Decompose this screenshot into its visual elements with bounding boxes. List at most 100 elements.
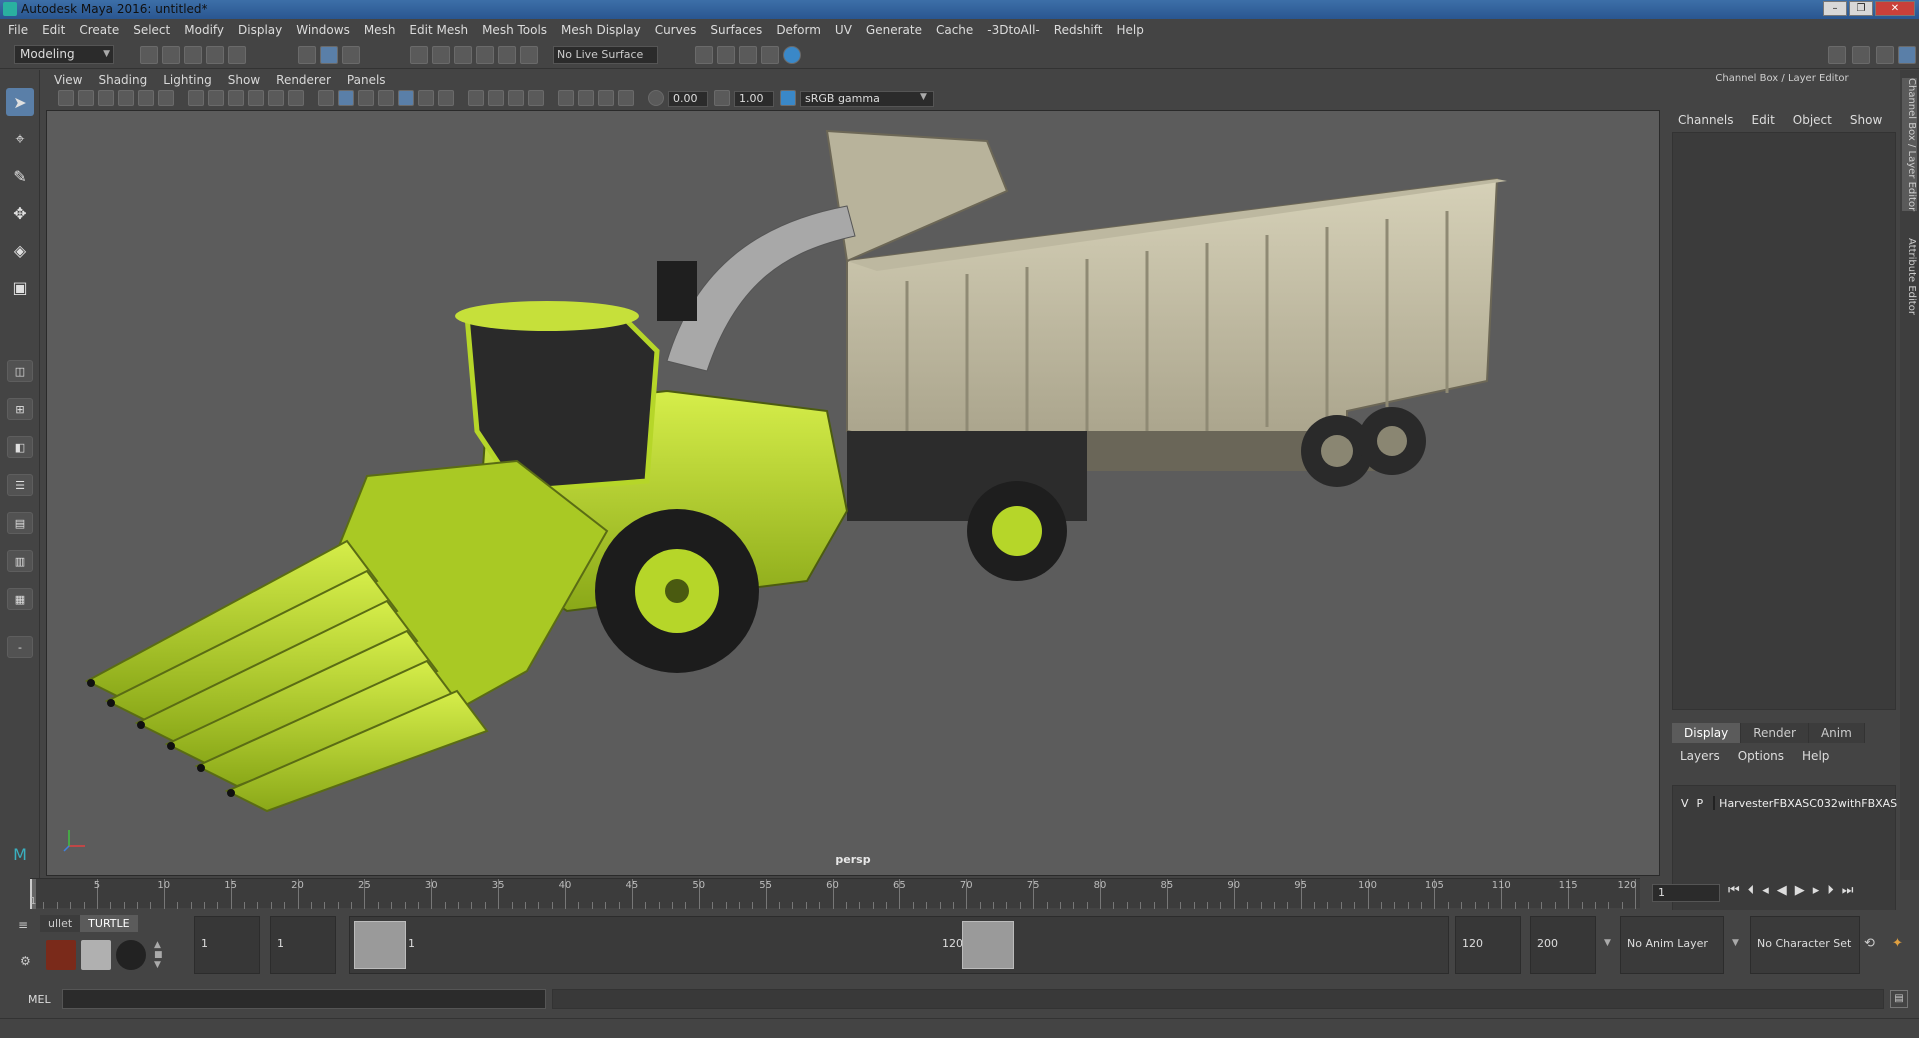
workspace-toggle-icon[interactable] <box>1828 46 1846 64</box>
snap-curve-icon[interactable] <box>432 46 450 64</box>
hypershade-layout-icon[interactable]: ▥ <box>7 550 33 572</box>
motion-blur-icon[interactable] <box>488 90 504 106</box>
camera-attributes-icon[interactable] <box>78 90 94 106</box>
2d-pan-zoom-icon[interactable] <box>138 90 154 106</box>
channel-box-menu-channels[interactable]: Channels <box>1678 113 1734 127</box>
anti-aliasing-icon[interactable] <box>508 90 524 106</box>
save-scene-icon[interactable] <box>184 46 202 64</box>
shelf-tab-turtle[interactable]: TURTLE <box>80 915 138 932</box>
channel-list[interactable] <box>1672 132 1896 710</box>
menu-file[interactable]: File <box>8 23 28 37</box>
menu-3dtoall[interactable]: -3DtoAll- <box>987 23 1039 37</box>
layer-row[interactable]: V P HarvesterFBXASC032withFBXAS <box>1673 794 1897 812</box>
image-plane-icon[interactable] <box>118 90 134 106</box>
start-time-field[interactable]: 1 <box>194 916 260 974</box>
layer-menu-layers[interactable]: Layers <box>1680 749 1720 763</box>
move-tool-icon[interactable]: ✥ <box>6 199 34 227</box>
layer-color-swatch[interactable] <box>1713 796 1716 810</box>
viewport-menu-shading[interactable]: Shading <box>98 73 147 87</box>
tab-display[interactable]: Display <box>1672 723 1742 743</box>
playback-end-field[interactable]: 120 <box>1455 916 1521 974</box>
command-input[interactable] <box>62 989 546 1009</box>
outliner-layout-icon[interactable]: ☰ <box>7 474 33 496</box>
rotate-tool-icon[interactable]: ◈ <box>6 236 34 264</box>
script-editor-icon[interactable]: ▤ <box>1890 990 1908 1008</box>
custom-layout-icon[interactable]: - <box>7 636 33 658</box>
camera-select-icon[interactable] <box>58 90 74 106</box>
viewport-menu-view[interactable]: View <box>54 73 82 87</box>
paint-select-tool-icon[interactable]: ✎ <box>6 162 34 190</box>
view-transform-select[interactable]: sRGB gamma <box>800 91 934 107</box>
step-forward-key-icon[interactable]: ⏵ <box>1827 883 1834 898</box>
undo-icon[interactable] <box>206 46 224 64</box>
open-scene-icon[interactable] <box>162 46 180 64</box>
anim-layer-select[interactable]: No Anim Layer <box>1620 916 1724 974</box>
end-time-field[interactable]: 200 <box>1530 916 1596 974</box>
redo-icon[interactable] <box>228 46 246 64</box>
lighting-icon[interactable] <box>418 90 434 106</box>
maximize-button[interactable]: ❐ <box>1849 1 1873 16</box>
viewport-menu-show[interactable]: Show <box>228 73 260 87</box>
default-material-icon[interactable] <box>358 90 374 106</box>
select-hierarchy-icon[interactable] <box>298 46 316 64</box>
xray-joints-icon[interactable] <box>598 90 614 106</box>
smooth-shade-icon[interactable] <box>338 90 354 106</box>
channel-box-menu-edit[interactable]: Edit <box>1752 113 1775 127</box>
graph-layout-icon[interactable]: ▤ <box>7 512 33 534</box>
menu-edit-mesh[interactable]: Edit Mesh <box>409 23 468 37</box>
isolate-select-icon[interactable] <box>558 90 574 106</box>
menu-deform[interactable]: Deform <box>776 23 821 37</box>
layer-menu-options[interactable]: Options <box>1738 749 1784 763</box>
safe-action-icon[interactable] <box>288 90 304 106</box>
attribute-editor-toggle-icon[interactable] <box>1852 46 1870 64</box>
tab-channel-box-layer-editor[interactable]: Channel Box / Layer Editor <box>1902 78 1917 212</box>
gate-mask-icon[interactable] <box>248 90 264 106</box>
xray-components-icon[interactable] <box>618 90 634 106</box>
menu-redshift[interactable]: Redshift <box>1054 23 1103 37</box>
shelf-tab-bullet[interactable]: ullet <box>40 915 81 932</box>
menu-mesh[interactable]: Mesh <box>364 23 396 37</box>
single-perspective-layout-icon[interactable]: ◫ <box>7 360 33 382</box>
channel-box-toggle-icon[interactable] <box>1898 46 1916 64</box>
exposure-icon[interactable] <box>648 90 664 106</box>
turtle-bake-icon[interactable] <box>81 940 111 970</box>
channel-box-menu-show[interactable]: Show <box>1850 113 1882 127</box>
render-settings-icon[interactable] <box>695 46 713 64</box>
layer-playback-toggle[interactable]: P <box>1697 797 1704 810</box>
menu-display[interactable]: Display <box>238 23 282 37</box>
script-language-toggle[interactable]: MEL <box>28 993 51 1006</box>
current-frame-field[interactable]: 1 <box>1652 884 1720 902</box>
animation-preferences-icon[interactable]: ✦ <box>1892 936 1903 951</box>
uv-layout-icon[interactable]: ▦ <box>7 588 33 610</box>
play-forwards-icon[interactable]: ▶ <box>1795 883 1805 898</box>
step-back-frame-icon[interactable]: ◂ <box>1762 883 1769 898</box>
wireframe-on-shaded-icon[interactable] <box>378 90 394 106</box>
lasso-tool-icon[interactable]: ⌖ <box>6 125 34 153</box>
auto-key-icon[interactable]: ⟲ <box>1864 936 1875 951</box>
close-button[interactable]: ✕ <box>1875 1 1915 16</box>
step-back-key-icon[interactable]: ⏴ <box>1748 883 1755 898</box>
menu-select[interactable]: Select <box>133 23 170 37</box>
film-gate-icon[interactable] <box>208 90 224 106</box>
tab-attribute-editor[interactable]: Attribute Editor <box>1902 238 1917 315</box>
play-backwards-icon[interactable]: ◀ <box>1777 883 1787 898</box>
exposure-field[interactable]: 0.00 <box>668 91 708 107</box>
menu-edit[interactable]: Edit <box>42 23 65 37</box>
range-end-handle[interactable] <box>962 921 1014 969</box>
turtle-material-icon[interactable] <box>116 940 146 970</box>
viewport-menu-panels[interactable]: Panels <box>347 73 386 87</box>
shelf-scroll-icon[interactable]: ▲ ■ ▼ <box>154 940 163 970</box>
tab-anim[interactable]: Anim <box>1808 723 1865 743</box>
menu-modify[interactable]: Modify <box>184 23 224 37</box>
select-tool-icon[interactable]: ➤ <box>6 88 34 116</box>
live-surface-field[interactable]: No Live Surface <box>553 46 658 64</box>
gamma-icon[interactable] <box>714 90 730 106</box>
layer-visibility-toggle[interactable]: V <box>1681 797 1689 810</box>
bookmark-icon[interactable] <box>98 90 114 106</box>
range-dropdown-icon[interactable]: ▼ <box>1604 938 1611 948</box>
two-pane-layout-icon[interactable]: ◧ <box>7 436 33 458</box>
tab-render[interactable]: Render <box>1741 723 1809 743</box>
resolution-gate-icon[interactable] <box>228 90 244 106</box>
view-transform-dropdown-icon[interactable]: ▼ <box>920 92 927 102</box>
snap-plane-icon[interactable] <box>476 46 494 64</box>
